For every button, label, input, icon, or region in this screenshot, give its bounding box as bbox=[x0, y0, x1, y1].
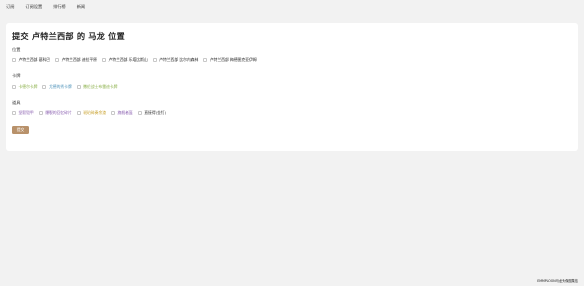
checkbox[interactable] bbox=[38, 111, 43, 115]
item-section-label: 道具 bbox=[12, 100, 21, 105]
checkbox[interactable] bbox=[76, 85, 81, 89]
item-option[interactable]: 琥珀碎奏余渣 bbox=[76, 110, 106, 116]
top-nav: 订阅 订阅设置 排行榜 新闻 bbox=[0, 0, 584, 14]
checkbox[interactable] bbox=[42, 85, 47, 89]
location-option[interactable]: 卢特兰西部 比尔内森林 bbox=[152, 57, 198, 63]
submit-form-card: 提交 卢特兰西部 的 马龙 位置 位置 卢特兰西部 墓科巴 卢特兰西部 迪拉平原… bbox=[6, 23, 578, 151]
card-option[interactable]: 卡德尔卡牌 bbox=[12, 84, 37, 90]
location-option[interactable]: 卢特兰西部 乐塔比斯山 bbox=[101, 57, 148, 63]
item-option[interactable]: 直接得(金钉) bbox=[137, 110, 166, 116]
footer-text: EMMPLOON马龙头像图集信 bbox=[537, 279, 578, 283]
checkbox[interactable] bbox=[12, 111, 16, 115]
item-option[interactable]: 旗舰者盔 bbox=[111, 110, 133, 116]
checkbox[interactable] bbox=[12, 85, 16, 89]
card-options: 卡德尔卡牌 尤德的秀卡牌 撒伦战士布雷迪卡牌 bbox=[12, 84, 122, 90]
checkbox[interactable] bbox=[12, 58, 16, 62]
checkbox[interactable] bbox=[55, 58, 60, 62]
card-option[interactable]: 撒伦战士布雷迪卡牌 bbox=[76, 84, 117, 90]
submit-button[interactable]: 提交 bbox=[12, 126, 29, 134]
checkbox[interactable] bbox=[111, 111, 116, 115]
checkbox[interactable] bbox=[101, 58, 106, 62]
item-options: 坚毅铠甲 爆裂的回忆碎片 琥珀碎奏余渣 旗舰者盔 直接得(金钉) bbox=[12, 110, 171, 116]
checkbox[interactable] bbox=[137, 111, 142, 115]
location-options: 卢特兰西部 墓科巴 卢特兰西部 迪拉平原 卢特兰西部 乐塔比斯山 卢特兰西部 比… bbox=[12, 57, 262, 63]
checkbox[interactable] bbox=[76, 111, 81, 115]
nav-leaderboard[interactable]: 排行榜 bbox=[53, 4, 66, 10]
location-section-label: 位置 bbox=[12, 47, 21, 52]
nav-subscribe-settings[interactable]: 订阅设置 bbox=[25, 4, 42, 10]
item-option[interactable]: 爆裂的回忆碎片 bbox=[38, 110, 72, 116]
location-option[interactable]: 卢特兰西部 梅德图克亚伊姆 bbox=[203, 57, 257, 63]
card-option[interactable]: 尤德的秀卡牌 bbox=[42, 84, 72, 90]
card-section-label: 卡牌 bbox=[12, 73, 21, 78]
location-option[interactable]: 卢特兰西部 墓科巴 bbox=[12, 57, 50, 63]
checkbox[interactable] bbox=[152, 58, 157, 62]
nav-subscribe[interactable]: 订阅 bbox=[6, 4, 14, 10]
checkbox[interactable] bbox=[203, 58, 208, 62]
location-option[interactable]: 卢特兰西部 迪拉平原 bbox=[55, 57, 97, 63]
page-title: 提交 卢特兰西部 的 马龙 位置 bbox=[12, 31, 125, 41]
item-option[interactable]: 坚毅铠甲 bbox=[12, 110, 34, 116]
nav-news[interactable]: 新闻 bbox=[77, 4, 85, 10]
